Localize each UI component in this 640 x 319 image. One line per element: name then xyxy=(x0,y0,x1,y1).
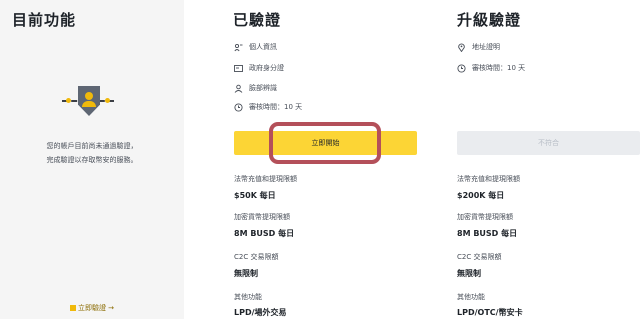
fiat-limit-label: 法幣充值和提現限額 xyxy=(457,175,520,183)
clock-icon xyxy=(457,63,466,73)
other-features-label: 其他功能 xyxy=(457,293,485,301)
crypto-limit-label: 加密貨幣提現限額 xyxy=(457,213,513,221)
feature-label: 政府身分證 xyxy=(249,64,284,72)
id-card-icon xyxy=(234,64,243,73)
fiat-limit-label: 法幣充值和提現限額 xyxy=(234,175,297,183)
feature-government-id: 政府身分證 xyxy=(234,63,284,73)
verify-icon xyxy=(69,305,76,311)
current-features-title: 目前功能 xyxy=(12,11,77,29)
feature-label: 個人資訊 xyxy=(249,43,277,51)
other-features-value: LPD/場外交易 xyxy=(234,308,287,317)
feature-label: 審核時間：10 天 xyxy=(249,103,303,111)
face-icon xyxy=(234,84,243,93)
start-button-highlight-ring xyxy=(269,122,381,164)
feature-label: 審核時間：10 天 xyxy=(472,64,526,72)
not-eligible-button[interactable]: 不符合 xyxy=(457,131,640,155)
other-features-value: LPD/OTC/幣安卡 xyxy=(457,308,523,317)
verify-now-link-label: 立即驗證 → xyxy=(77,304,115,312)
fiat-limit-value: $50K 每日 xyxy=(234,191,276,200)
unverified-notice-line1: 您的帳戶目前尚未通過驗證， xyxy=(46,142,138,150)
verify-now-link[interactable]: 立即驗證 → xyxy=(0,303,184,313)
feature-personal-info: 個人資訊 xyxy=(234,42,277,52)
crypto-limit-value: 8M BUSD 每日 xyxy=(234,229,295,238)
location-icon xyxy=(457,43,466,52)
feature-label: 臉部辨識 xyxy=(249,84,277,92)
verified-title: 已驗證 xyxy=(233,11,282,29)
feature-review-time: 審核時間：10 天 xyxy=(234,102,302,112)
advanced-title: 升級驗證 xyxy=(457,11,522,29)
other-features-label: 其他功能 xyxy=(234,293,262,301)
crypto-limit-value: 8M BUSD 每日 xyxy=(457,229,518,238)
fiat-limit-value: $200K 每日 xyxy=(457,191,505,200)
clock-icon xyxy=(234,102,243,112)
feature-face-recognition: 臉部辨識 xyxy=(234,83,277,93)
unverified-shield-icon xyxy=(62,86,114,130)
c2c-limit-value: 無限制 xyxy=(457,269,481,278)
c2c-limit-value: 無限制 xyxy=(234,269,258,278)
c2c-limit-label: C2C 交易限額 xyxy=(457,253,502,261)
crypto-limit-label: 加密貨幣提現限額 xyxy=(234,213,290,221)
id-badge-icon xyxy=(234,43,243,52)
feature-label: 地址證明 xyxy=(472,43,500,51)
feature-address-proof: 地址證明 xyxy=(457,42,500,52)
c2c-limit-label: C2C 交易限額 xyxy=(234,253,279,261)
unverified-notice-line2: 完成驗證以存取幣安的服務。 xyxy=(46,156,138,164)
current-features-panel: 目前功能 您的帳戶目前尚未通過驗證， 完成驗證以存取幣安的服務。 立即驗證 → xyxy=(0,0,184,319)
feature-review-time: 審核時間：10 天 xyxy=(457,63,525,73)
